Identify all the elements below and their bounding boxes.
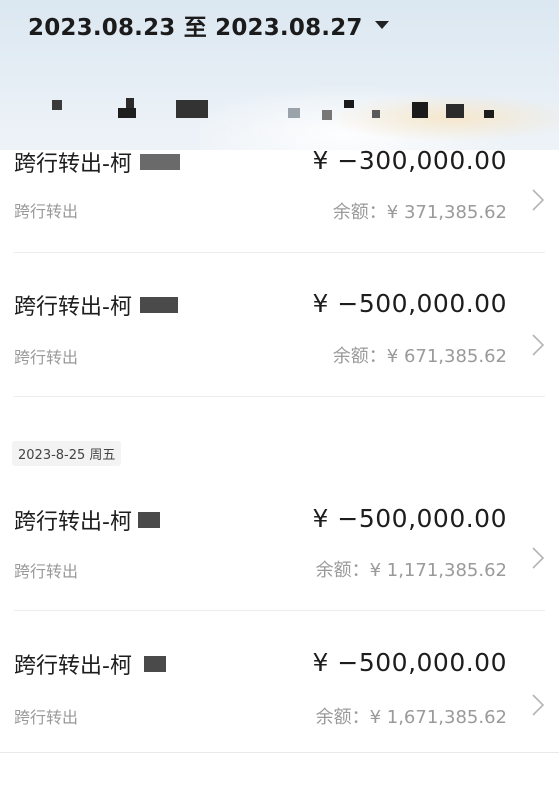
divider (14, 610, 545, 611)
divider (14, 252, 545, 253)
transaction-item[interactable]: 跨行转出-柯 ¥ −500,000.00 跨行转出 余额：¥ 671,385.6… (0, 289, 559, 431)
transaction-type: 跨行转出 (14, 348, 79, 367)
transaction-amount: ¥ −300,000.00 (312, 146, 507, 175)
transaction-amount: ¥ −500,000.00 (312, 504, 507, 533)
transaction-balance: 余额：¥ 1,671,385.62 (315, 707, 507, 728)
transaction-title: 跨行转出-柯 (14, 648, 166, 680)
chevron-right-icon[interactable] (531, 333, 545, 357)
chevron-right-icon[interactable] (531, 546, 545, 570)
transaction-balance: 余额：¥ 371,385.62 (332, 202, 507, 223)
transaction-item[interactable]: 跨行转出-柯 ¥ −300,000.00 跨行转出 余额：¥ 371,385.6… (0, 146, 559, 288)
date-group-tag: 2023-8-25 周五 (12, 441, 122, 466)
divider (14, 396, 545, 397)
redacted-name (139, 154, 180, 170)
transaction-title: 跨行转出-柯 (14, 504, 160, 536)
transaction-title: 跨行转出-柯 (14, 146, 180, 178)
transaction-type: 跨行转出 (14, 708, 79, 727)
transaction-title: 跨行转出-柯 (14, 289, 178, 321)
redacted-name (137, 512, 160, 528)
header-banner: 2023.08.23 至 2023.08.27 (0, 0, 559, 150)
transaction-type: 跨行转出 (14, 202, 79, 221)
divider (0, 752, 559, 753)
transaction-type: 跨行转出 (14, 562, 79, 581)
transaction-balance: 余额：¥ 1,171,385.62 (315, 560, 507, 581)
caret-down-icon (374, 21, 389, 29)
date-range-text: 2023.08.23 至 2023.08.27 (28, 15, 363, 41)
redacted-name (139, 297, 178, 313)
chevron-right-icon[interactable] (531, 693, 545, 717)
redacted-name (143, 656, 166, 672)
chevron-right-icon[interactable] (531, 188, 545, 212)
transaction-amount: ¥ −500,000.00 (312, 289, 507, 318)
transaction-item[interactable]: 跨行转出-柯 ¥ −500,000.00 跨行转出 余额：¥ 1,671,385… (0, 648, 559, 790)
transaction-amount: ¥ −500,000.00 (312, 648, 507, 677)
transaction-balance: 余额：¥ 671,385.62 (332, 346, 507, 367)
transaction-item[interactable]: 跨行转出-柯 ¥ −500,000.00 跨行转出 余额：¥ 1,171,385… (0, 504, 559, 646)
date-range-selector[interactable]: 2023.08.23 至 2023.08.27 (28, 8, 389, 42)
